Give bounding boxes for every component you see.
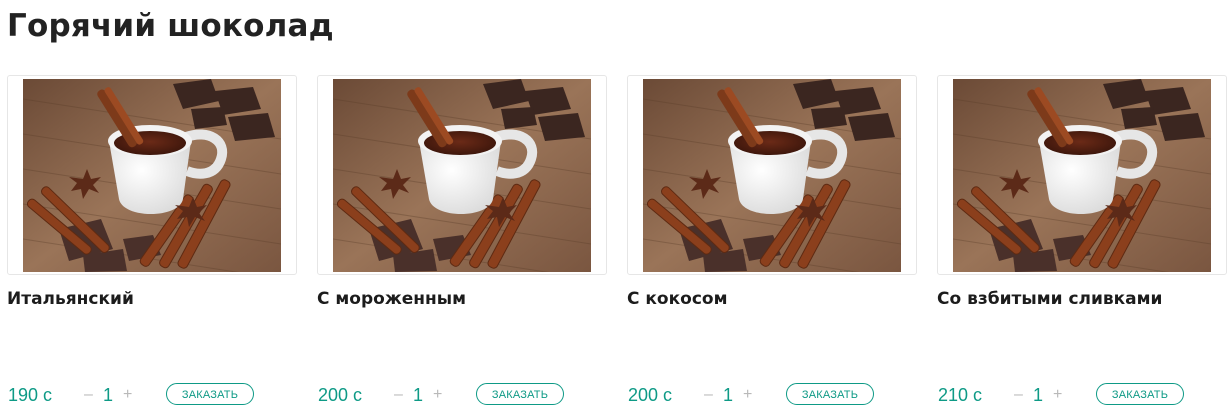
quantity-increase-button[interactable]: + [743, 383, 752, 407]
product-footer: 210 с – 1 + ЗАКАЗАТЬ [937, 381, 1227, 409]
product-price: 200 с [318, 385, 363, 405]
quantity-increase-button[interactable]: + [123, 383, 132, 407]
product-price: 210 с [938, 385, 983, 405]
section-title: Горячий шоколад [7, 8, 334, 44]
quantity-value[interactable]: 1 [723, 383, 733, 407]
quantity-increase-button[interactable]: + [433, 383, 442, 407]
order-button[interactable]: ЗАКАЗАТЬ [476, 383, 564, 405]
product-image[interactable] [7, 75, 297, 275]
product-footer: 190 с – 1 + ЗАКАЗАТЬ [7, 381, 297, 409]
product-name[interactable]: Со взбитыми сливками [937, 288, 1162, 310]
quantity-decrease-button[interactable]: – [394, 383, 403, 407]
quantity-decrease-button[interactable]: – [84, 383, 93, 407]
hot-chocolate-photo [643, 79, 901, 272]
product-image[interactable] [937, 75, 1227, 275]
product-card: С кокосом 200 с – 1 + ЗАКАЗАТЬ [627, 75, 917, 420]
quantity-decrease-button[interactable]: – [704, 383, 713, 407]
product-footer: 200 с – 1 + ЗАКАЗАТЬ [317, 381, 607, 409]
product-card: Итальянский 190 с – 1 + ЗАКАЗАТЬ [7, 75, 297, 420]
product-card: С мороженным 200 с – 1 + ЗАКАЗАТЬ [317, 75, 607, 420]
quantity-value[interactable]: 1 [103, 383, 113, 407]
quantity-decrease-button[interactable]: – [1014, 383, 1023, 407]
quantity-increase-button[interactable]: + [1053, 383, 1062, 407]
product-image[interactable] [627, 75, 917, 275]
product-name[interactable]: Итальянский [7, 288, 134, 310]
product-footer: 200 с – 1 + ЗАКАЗАТЬ [627, 381, 917, 409]
product-name[interactable]: С мороженным [317, 288, 466, 310]
product-price: 200 с [628, 385, 673, 405]
hot-chocolate-photo [23, 79, 281, 272]
hot-chocolate-photo [953, 79, 1211, 272]
order-button[interactable]: ЗАКАЗАТЬ [166, 383, 254, 405]
product-price: 190 с [8, 385, 53, 405]
product-grid: Итальянский 190 с – 1 + ЗАКАЗАТЬ С морож… [0, 75, 1228, 420]
quantity-value[interactable]: 1 [1033, 383, 1043, 407]
product-name[interactable]: С кокосом [627, 288, 727, 310]
product-image[interactable] [317, 75, 607, 275]
product-card: Со взбитыми сливками 210 с – 1 + ЗАКАЗАТ… [937, 75, 1227, 420]
order-button[interactable]: ЗАКАЗАТЬ [1096, 383, 1184, 405]
quantity-value[interactable]: 1 [413, 383, 423, 407]
hot-chocolate-photo [333, 79, 591, 272]
order-button[interactable]: ЗАКАЗАТЬ [786, 383, 874, 405]
